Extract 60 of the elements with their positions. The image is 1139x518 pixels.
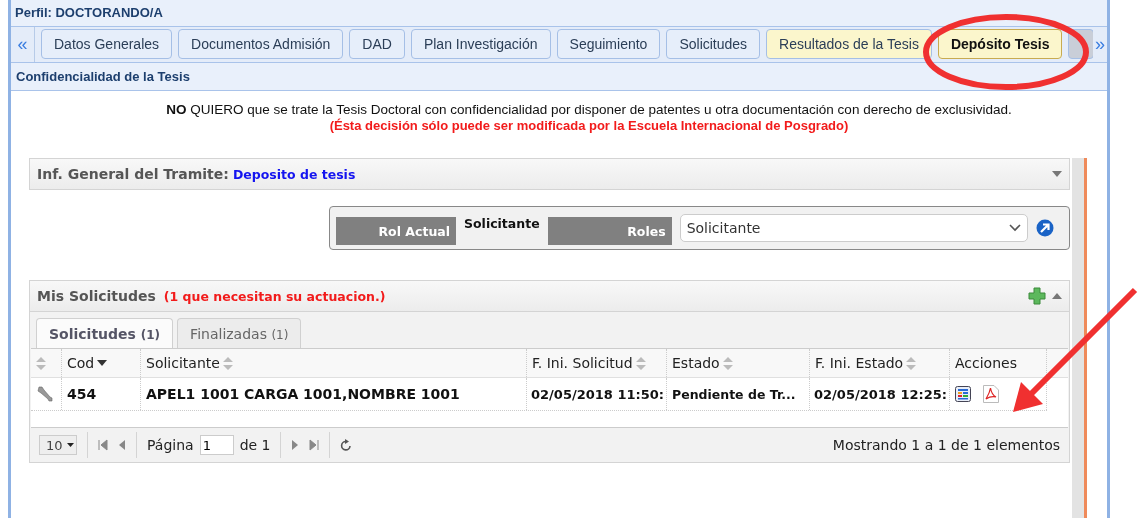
add-icon[interactable] (1028, 287, 1046, 305)
go-icon[interactable] (1035, 219, 1054, 237)
page-label: Página (147, 437, 194, 453)
column-header[interactable]: Estado (667, 349, 810, 377)
column-header[interactable]: F. Ini. Estado (810, 349, 950, 377)
table-cell: 454 (62, 378, 141, 410)
tab[interactable]: Seguimiento (556, 29, 661, 60)
sort-icon (635, 356, 646, 370)
pager-info: Mostrando 1 a 1 de 1 elementos (832, 437, 1060, 453)
role-label: Rol Actual (336, 217, 456, 245)
pending-note: (1 que necesitan su actuacion.) (163, 288, 386, 304)
tab[interactable]: Plan Investigación (410, 29, 551, 60)
column-header[interactable]: Solicitante (141, 349, 527, 377)
page-size-select[interactable]: 10 (39, 435, 77, 455)
last-page-icon[interactable] (309, 439, 320, 451)
dropdown-chevron-icon[interactable] (1008, 224, 1021, 232)
first-page-icon[interactable] (98, 439, 108, 451)
warning-text: (Ésta decisión sólo puede ser modificada por la Escuela Internacional de Posgrado) (328, 118, 850, 133)
tab[interactable]: Datos Generales (41, 29, 173, 60)
sort-icon (36, 356, 46, 370)
form-icon[interactable] (955, 386, 971, 402)
tab[interactable]: Finalizadas (1) (177, 318, 302, 348)
sort-icon (222, 356, 233, 370)
info-panel-header[interactable]: Inf. General del Tramite: Deposito de tesis (29, 158, 1070, 190)
tab[interactable]: Solicitudes (1) (36, 318, 174, 348)
profile-title: Perfil: DOCTORANDO/A (15, 5, 163, 21)
next-page-icon[interactable] (291, 439, 300, 451)
tab[interactable]: Resultados de la Tesis (766, 29, 932, 60)
page-count: de 1 (239, 437, 271, 453)
collapse-icon[interactable] (1052, 293, 1062, 299)
column-header[interactable]: Cod (62, 349, 141, 377)
sort-icon (906, 356, 917, 370)
tab[interactable]: Documentos Admisión (178, 29, 344, 60)
section-title: Confidencialidad de la Tesis (16, 68, 190, 84)
previous-page-icon[interactable] (118, 439, 126, 451)
expand-icon[interactable] (1052, 171, 1062, 177)
tab[interactable]: Solicitudes (666, 29, 761, 60)
info-value: Deposito de tesis (232, 166, 356, 182)
requests-title: Mis Solicitudes (37, 288, 156, 304)
sort-icon (722, 356, 733, 370)
page-input[interactable]: 1 (199, 435, 234, 455)
column-header[interactable]: F. Ini. Solicitud (527, 349, 667, 377)
tab[interactable]: DAD (349, 29, 405, 60)
sort-descending-icon (97, 360, 108, 366)
role-value: Solicitante (464, 216, 540, 231)
pdf-icon[interactable] (983, 385, 999, 403)
scrollbar[interactable] (1072, 158, 1087, 518)
table-cell: 02/05/2018 11:50: (527, 378, 667, 410)
table-cell: APEL1 1001 CARGA 1001,NOMBRE 1001 (141, 378, 527, 410)
roles-label: Roles (547, 217, 672, 245)
requests-panel-header[interactable]: Mis Solicitudes (1 que necesitan su actuacion.) (30, 280, 1069, 312)
table-cell: Pendiente de Tr... (667, 378, 810, 410)
roles-select[interactable]: Solicitante (679, 214, 1028, 242)
column-header[interactable]: Acciones (950, 349, 1047, 377)
tab[interactable]: Depósito Tesis (937, 29, 1063, 60)
refresh-icon[interactable] (340, 438, 353, 452)
info-label: Inf. General del Tramite: (37, 166, 229, 182)
table-cell: 02/05/2018 12:25: (810, 378, 950, 410)
notice-text: NO QUIERO que se trate la Tesis Doctoral con confidencialidad por disponer de patentes u otra documentación con derecho de exclusividad. (165, 102, 1013, 117)
wrench-icon[interactable] (36, 385, 54, 403)
